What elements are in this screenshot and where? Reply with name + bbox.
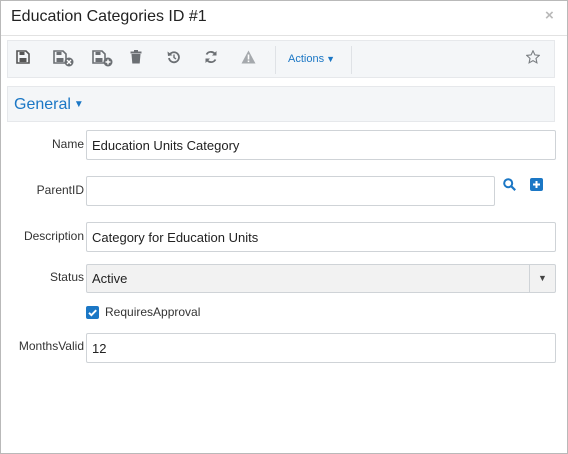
star-icon[interactable] [525, 49, 541, 69]
actions-menu-button[interactable]: Actions ▼ [288, 53, 335, 65]
chevron-down-icon[interactable]: ▼ [529, 265, 555, 292]
status-select[interactable]: Active ▼ [86, 264, 556, 293]
undo-icon[interactable] [167, 50, 187, 68]
requires-approval-checkbox[interactable] [86, 306, 99, 319]
parent-id-label: ParentID [36, 183, 84, 197]
dialog-title: Education Categories ID #1 [11, 8, 207, 25]
dialog-titlebar: Education Categories ID #1 × [1, 1, 567, 36]
search-icon[interactable] [503, 178, 516, 196]
section-title[interactable]: General ▼ [14, 96, 84, 114]
close-icon[interactable]: × [545, 8, 557, 23]
chevron-down-icon: ▼ [73, 99, 84, 110]
toolbar-divider [275, 46, 276, 74]
name-field[interactable] [86, 130, 556, 160]
parent-id-field[interactable] [86, 176, 495, 206]
toolbar: Actions ▼ [7, 40, 555, 78]
actions-label: Actions [288, 53, 325, 65]
requires-approval-label[interactable]: RequiresApproval [105, 305, 200, 319]
chevron-down-icon: ▼ [326, 54, 335, 64]
status-value: Active [92, 271, 128, 286]
dialog-window: Education Categories ID #1 × Actions ▼ G… [0, 0, 568, 454]
refresh-icon[interactable] [204, 50, 224, 68]
description-label: Description [23, 229, 84, 243]
months-valid-label: MonthsValid [18, 339, 84, 353]
save-icon[interactable] [16, 50, 36, 68]
save-and-close-icon[interactable] [53, 50, 74, 68]
status-label: Status [49, 270, 84, 284]
warning-icon[interactable] [241, 50, 261, 68]
general-section-header[interactable]: General ▼ [7, 86, 555, 122]
months-valid-field[interactable] [86, 333, 556, 363]
name-label: Name [51, 137, 84, 151]
save-and-new-icon[interactable] [92, 50, 113, 68]
section-title-label: General [14, 96, 71, 113]
description-field[interactable] [86, 222, 556, 252]
delete-icon[interactable] [130, 50, 150, 68]
toolbar-divider [351, 46, 352, 74]
plus-square-icon[interactable] [530, 178, 543, 196]
